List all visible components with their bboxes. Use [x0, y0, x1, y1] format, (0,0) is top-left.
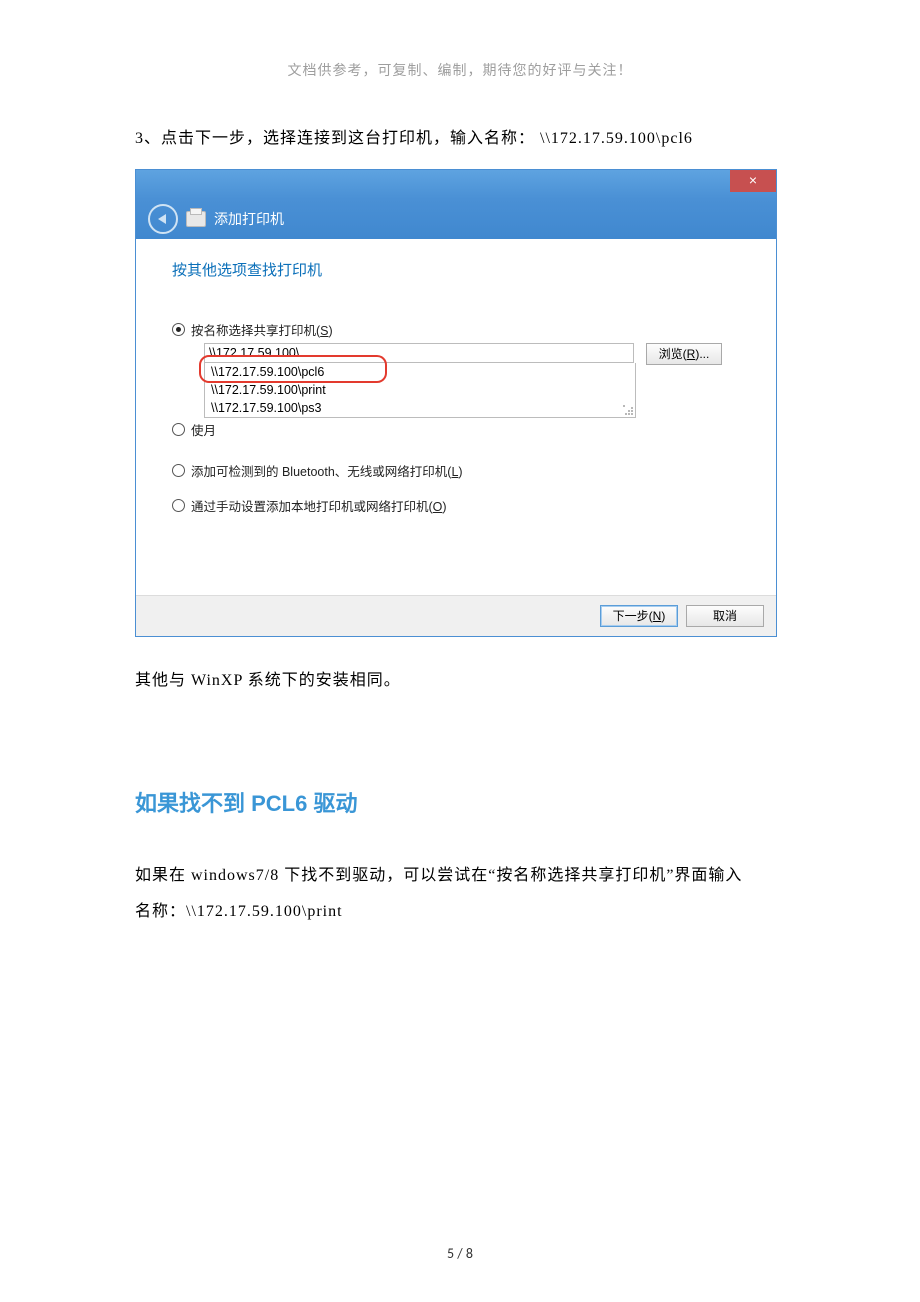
- close-button[interactable]: ×: [730, 170, 776, 192]
- back-button[interactable]: [148, 204, 178, 234]
- printer-icon: [186, 211, 206, 227]
- next-suffix: ): [661, 609, 665, 623]
- opt1-suffix: ): [329, 324, 333, 338]
- pcl6-line2: 名称：\\172.17.59.100\print: [135, 903, 343, 920]
- opt1-prefix: 按名称选择共享打印机(: [191, 324, 320, 338]
- printer-path-input[interactable]: [204, 343, 634, 363]
- browse-suffix: )...: [695, 347, 709, 361]
- option-label: 使月: [191, 420, 216, 439]
- dialog-nav-row: 添加打印机: [136, 199, 776, 239]
- after-dialog-text: 其他与 WinXP 系统下的安装相同。: [135, 667, 785, 696]
- dropdown-item[interactable]: \\172.17.59.100\ps3: [205, 399, 635, 417]
- browse-prefix: 浏览(: [659, 347, 687, 361]
- opt4-prefix: 通过手动设置添加本地打印机或网络打印机(: [191, 500, 433, 514]
- dialog-titlebar: ×: [136, 170, 776, 199]
- radio-icon: [172, 464, 185, 477]
- option-manual-local[interactable]: 通过手动设置添加本地打印机或网络打印机(O): [172, 496, 746, 515]
- option-label: 通过手动设置添加本地打印机或网络打印机(O): [191, 496, 447, 515]
- close-icon: ×: [749, 172, 757, 188]
- add-printer-dialog: × 添加打印机 按其他选项查找打印机 按名称选择共享打印机(S): [135, 169, 777, 637]
- dropdown-item[interactable]: \\172.17.59.100\pcl6: [205, 363, 635, 381]
- pcl6-heading: 如果找不到 PCL6 驱动: [135, 786, 785, 818]
- browse-button[interactable]: 浏览(R)...: [646, 343, 722, 365]
- radio-icon: [172, 323, 185, 336]
- radio-icon: [172, 499, 185, 512]
- dialog-title: 添加打印机: [214, 209, 284, 229]
- opt4-suffix: ): [442, 500, 446, 514]
- opt3-suffix: ): [458, 465, 462, 479]
- dialog-button-row: 下一步(N) 取消: [136, 595, 776, 636]
- dialog-body: 按其他选项查找打印机 按名称选择共享打印机(S) \\172.17.59.100…: [136, 239, 776, 595]
- step-3-text: 3、点击下一步，选择连接到这台打印机，输入名称： \\172.17.59.100…: [135, 125, 785, 154]
- next-button[interactable]: 下一步(N): [600, 605, 678, 627]
- input-row: \\172.17.59.100\pcl6 \\172.17.59.100\pri…: [204, 343, 746, 418]
- pcl6-paragraph: 如果在 windows7/8 下找不到驱动，可以尝试在“按名称选择共享打印机”界…: [135, 858, 785, 932]
- pcl6-line1: 如果在 windows7/8 下找不到驱动，可以尝试在“按名称选择共享打印机”界…: [135, 867, 742, 884]
- option-label: 添加可检测到的 Bluetooth、无线或网络打印机(L): [191, 461, 463, 480]
- back-arrow-icon: [158, 214, 166, 224]
- resize-handle-icon[interactable]: [623, 405, 633, 415]
- page-number: 5 / 8: [0, 1245, 920, 1262]
- option-label: 按名称选择共享打印机(S): [191, 320, 333, 339]
- opt3-prefix: 添加可检测到的 Bluetooth、无线或网络打印机(: [191, 465, 451, 479]
- option-bluetooth-wireless[interactable]: 添加可检测到的 Bluetooth、无线或网络打印机(L): [172, 461, 746, 480]
- option-use-partial[interactable]: 使月: [172, 420, 746, 439]
- dropdown-item[interactable]: \\172.17.59.100\print: [205, 381, 635, 399]
- next-prefix: 下一步(: [613, 609, 653, 623]
- dialog-subtitle: 按其他选项查找打印机: [172, 259, 746, 280]
- opt1-key: S: [320, 324, 328, 338]
- autocomplete-dropdown: \\172.17.59.100\pcl6 \\172.17.59.100\pri…: [204, 363, 636, 418]
- header-note: 文档供参考，可复制、编制，期待您的好评与关注！: [135, 60, 785, 80]
- option-select-by-name[interactable]: 按名称选择共享打印机(S): [172, 320, 746, 339]
- radio-icon: [172, 423, 185, 436]
- opt4-key: O: [433, 500, 443, 514]
- cancel-button[interactable]: 取消: [686, 605, 764, 627]
